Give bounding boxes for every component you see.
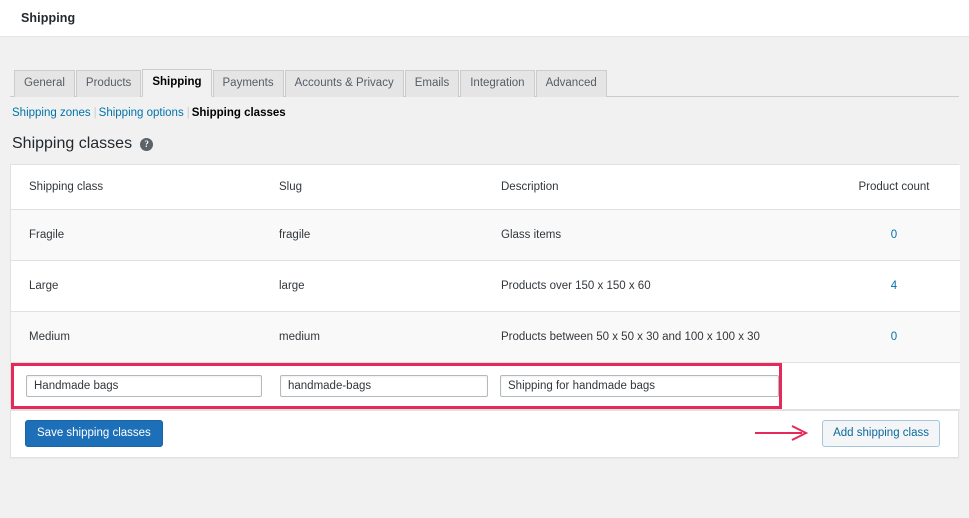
product-count-link[interactable]: 4: [891, 280, 897, 292]
cell-slug: large: [279, 260, 501, 312]
tab-payments[interactable]: Payments: [212, 70, 284, 97]
new-row-description-cell: [488, 375, 779, 397]
cell-slug: fragile: [279, 209, 501, 261]
product-count-link[interactable]: 0: [891, 229, 897, 241]
table-header: Shipping class Slug Description Product …: [11, 165, 960, 210]
settings-tab-bar: General Products Shipping Payments Accou…: [10, 37, 959, 97]
footer-right-group: Add shipping class: [754, 419, 940, 447]
tab-general[interactable]: General: [14, 70, 75, 97]
new-row-name-cell: [14, 375, 268, 397]
tab-shipping[interactable]: Shipping: [142, 69, 212, 97]
column-header-product-count[interactable]: Product count: [846, 165, 960, 210]
new-row-cell: [11, 362, 960, 410]
new-row-slug-cell: [268, 375, 488, 397]
cell-description: Products over 150 x 150 x 60: [501, 260, 846, 312]
section-header: Shipping classes ?: [10, 121, 959, 164]
page-title: Shipping: [21, 11, 76, 25]
subnav-separator-2: |: [186, 107, 190, 119]
table-header-row: Shipping class Slug Description Product …: [11, 165, 960, 210]
tab-emails[interactable]: Emails: [404, 70, 460, 97]
subnav-item-shipping-zones[interactable]: Shipping zones: [12, 107, 91, 119]
section-heading: Shipping classes: [12, 135, 133, 152]
table-row[interactable]: Medium medium Products between 50 x 50 x…: [11, 311, 960, 363]
column-header-slug[interactable]: Slug: [279, 165, 501, 210]
subnav-separator-1: |: [93, 107, 97, 119]
shipping-class-slug-input[interactable]: [280, 375, 488, 397]
tab-advanced[interactable]: Advanced: [535, 70, 607, 97]
settings-page: General Products Shipping Payments Accou…: [0, 37, 969, 458]
new-row-highlight-box: [11, 363, 782, 409]
table-row[interactable]: Fragile fragile Glass items 0: [11, 209, 960, 261]
arrow-right-icon: [754, 425, 812, 441]
cell-product-count: 0: [846, 209, 960, 261]
new-shipping-class-row: [11, 362, 960, 410]
question-mark-icon[interactable]: ?: [140, 137, 154, 151]
cell-slug: medium: [279, 311, 501, 363]
column-header-shipping-class[interactable]: Shipping class: [11, 165, 279, 210]
subnav-item-shipping-classes[interactable]: Shipping classes: [192, 107, 286, 119]
cell-description: Products between 50 x 50 x 30 and 100 x …: [501, 311, 846, 363]
subnav-item-shipping-options[interactable]: Shipping options: [99, 107, 184, 119]
shipping-classes-table: Shipping class Slug Description Product …: [11, 165, 960, 410]
cell-shipping-class: Fragile: [11, 209, 279, 261]
column-header-description[interactable]: Description: [501, 165, 846, 210]
cell-product-count: 4: [846, 260, 960, 312]
cell-product-count: 0: [846, 311, 960, 363]
cell-shipping-class: Medium: [11, 311, 279, 363]
shipping-subnav: Shipping zones | Shipping options | Shipping…: [10, 97, 959, 121]
table-row[interactable]: Large large Products over 150 x 150 x 60…: [11, 260, 960, 312]
save-shipping-classes-button[interactable]: Save shipping classes: [25, 419, 163, 447]
table-footer: Save shipping classes Add shipping class: [11, 410, 958, 457]
shipping-class-name-input[interactable]: [26, 375, 262, 397]
cell-shipping-class: Large: [11, 260, 279, 312]
tab-accounts-privacy[interactable]: Accounts & Privacy: [284, 70, 404, 97]
shipping-classes-panel: Shipping class Slug Description Product …: [10, 164, 960, 458]
cell-description: Glass items: [501, 209, 846, 261]
tab-integration[interactable]: Integration: [460, 70, 535, 97]
window-title-bar: Shipping: [0, 0, 969, 37]
table-body: Fragile fragile Glass items 0 Large larg…: [11, 209, 960, 410]
product-count-link[interactable]: 0: [891, 331, 897, 343]
tab-products[interactable]: Products: [75, 70, 142, 97]
add-shipping-class-button[interactable]: Add shipping class: [822, 419, 940, 447]
shipping-class-description-input[interactable]: [500, 375, 779, 397]
